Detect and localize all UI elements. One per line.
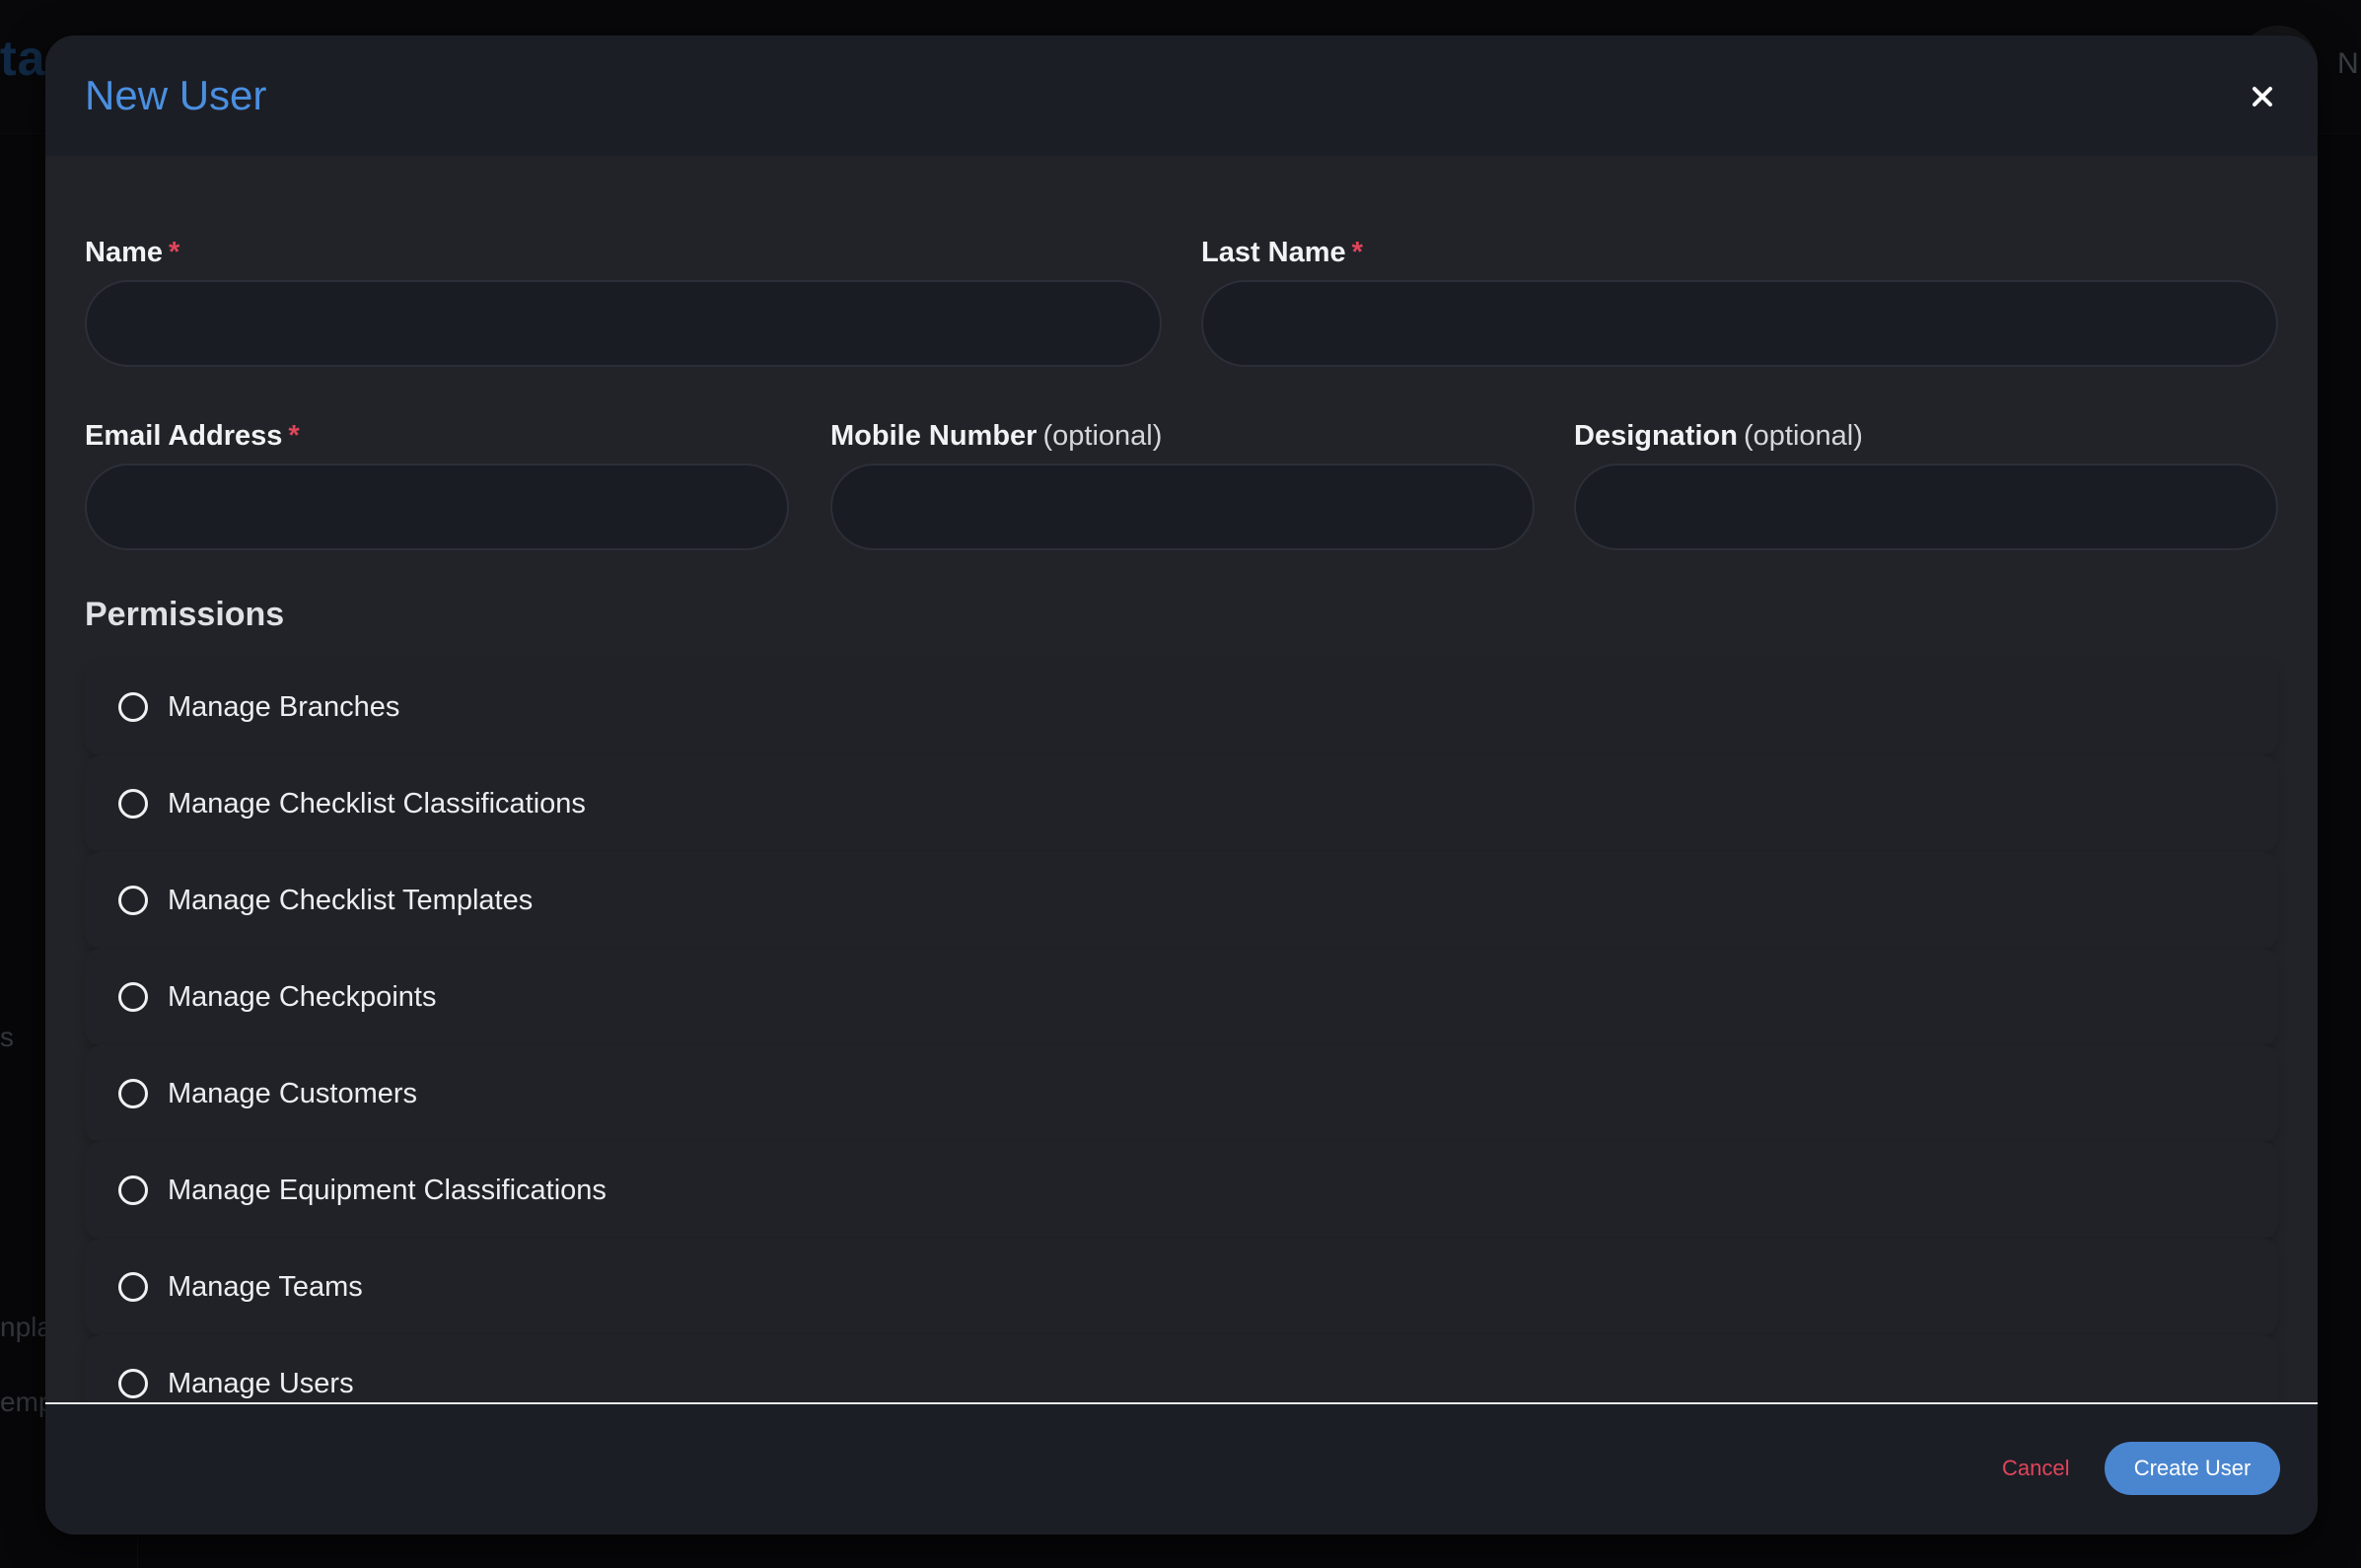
permission-label: Manage Equipment Classifications xyxy=(168,1174,607,1206)
permission-label: Manage Checklist Classifications xyxy=(168,787,586,820)
permission-item[interactable]: Manage Branches xyxy=(85,659,2278,755)
permissions-list: Manage Branches Manage Checklist Classif… xyxy=(85,659,2278,1432)
name-input[interactable] xyxy=(85,280,1162,367)
email-input[interactable] xyxy=(85,463,789,550)
radio-icon[interactable] xyxy=(118,1079,148,1108)
required-mark: * xyxy=(169,237,180,268)
mobile-input[interactable] xyxy=(830,463,1535,550)
modal-footer: Cancel Create User xyxy=(45,1402,2318,1534)
close-button[interactable] xyxy=(2243,77,2282,116)
radio-icon[interactable] xyxy=(118,1176,148,1205)
last-name-label: Last Name * xyxy=(1201,237,1363,268)
optional-note: (optional) xyxy=(1042,420,1163,452)
close-icon xyxy=(2253,87,2272,107)
cancel-button[interactable]: Cancel xyxy=(2002,1456,2069,1481)
last-name-field-group: Last Name * xyxy=(1201,233,2278,371)
name-label: Name * xyxy=(85,237,180,268)
permission-label: Manage Users xyxy=(168,1367,354,1399)
radio-icon[interactable] xyxy=(118,692,148,722)
radio-icon[interactable] xyxy=(118,982,148,1012)
required-mark: * xyxy=(1351,237,1363,268)
permission-label: Manage Branches xyxy=(168,690,400,723)
mobile-field-group: Mobile Number (optional) xyxy=(830,416,1535,554)
email-label: Email Address * xyxy=(85,420,300,452)
permission-item[interactable]: Manage Customers xyxy=(85,1045,2278,1142)
radio-icon[interactable] xyxy=(118,1272,148,1302)
permission-label: Manage Checkpoints xyxy=(168,980,437,1013)
create-user-button[interactable]: Create User xyxy=(2105,1442,2280,1495)
permissions-title: Permissions xyxy=(85,596,285,633)
permission-label: Manage Checklist Templates xyxy=(168,884,534,916)
designation-field-group: Designation (optional) xyxy=(1574,416,2278,554)
required-mark: * xyxy=(288,420,300,452)
permission-item[interactable]: Manage Checklist Templates xyxy=(85,852,2278,949)
permission-label: Manage Teams xyxy=(168,1270,363,1303)
mobile-label: Mobile Number (optional) xyxy=(830,420,1163,452)
permission-item[interactable]: Manage Checklist Classifications xyxy=(85,755,2278,852)
modal-title: New User xyxy=(85,72,267,118)
designation-input[interactable] xyxy=(1574,463,2278,550)
permission-item[interactable]: Manage Teams xyxy=(85,1239,2278,1335)
new-user-modal: New User Name * Last Name * Email Address *… xyxy=(45,36,2318,1534)
optional-note: (optional) xyxy=(1743,420,1863,452)
radio-icon[interactable] xyxy=(118,1369,148,1398)
permission-item[interactable]: Manage Checkpoints xyxy=(85,949,2278,1045)
radio-icon[interactable] xyxy=(118,789,148,819)
email-field-group: Email Address * xyxy=(85,416,789,554)
modal-header: New User xyxy=(45,36,2318,156)
designation-label: Designation (optional) xyxy=(1574,420,1863,452)
name-field-group: Name * xyxy=(85,233,1162,371)
modal-body: Name * Last Name * Email Address * Mobile N… xyxy=(45,156,2318,1438)
radio-icon[interactable] xyxy=(118,886,148,915)
permission-item[interactable]: Manage Equipment Classifications xyxy=(85,1142,2278,1239)
permission-label: Manage Customers xyxy=(168,1077,418,1109)
last-name-input[interactable] xyxy=(1201,280,2278,367)
